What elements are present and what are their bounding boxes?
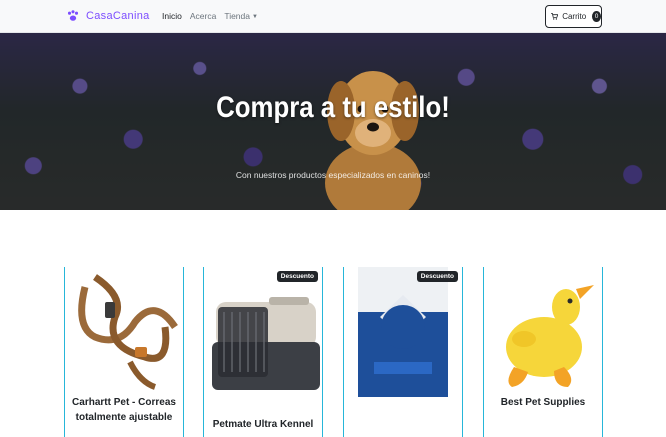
product-title: Carhartt Pet - Correas totalmente ajusta… bbox=[72, 397, 176, 423]
nav-dropdown-tienda[interactable]: Tienda ▼ bbox=[224, 11, 258, 21]
pet-kennel-image bbox=[212, 297, 320, 390]
brand-name: CasaCanina bbox=[86, 10, 150, 22]
hero-subtitle: Con nuestros productos especializados en… bbox=[235, 170, 431, 180]
caret-down-icon: ▼ bbox=[252, 13, 258, 20]
product-card[interactable]: Carhartt Pet - Correas totalmente ajusta… bbox=[64, 267, 184, 437]
product-card[interactable]: Descuento bbox=[343, 267, 463, 437]
nav-link-tienda-label: Tienda bbox=[224, 11, 250, 21]
nav-link-inicio[interactable]: Inicio bbox=[162, 11, 182, 21]
cart-icon bbox=[551, 12, 559, 20]
brand-link[interactable]: CasaCanina bbox=[66, 9, 150, 23]
hero-banner: Compra a tu estilo! Con nuestros product… bbox=[0, 33, 666, 210]
dog-leash-image bbox=[78, 274, 178, 390]
cart-count-badge: 0 bbox=[592, 11, 601, 22]
dog-food-bag-image bbox=[358, 267, 448, 397]
cart-label: Carrito bbox=[562, 12, 587, 21]
nav-link-acerca[interactable]: Acerca bbox=[190, 11, 216, 21]
product-title: Best Pet Supplies bbox=[500, 397, 586, 408]
discount-badge: Descuento bbox=[276, 271, 318, 282]
duck-toy-image bbox=[506, 285, 594, 387]
discount-badge: Descuento bbox=[416, 271, 458, 282]
cart-button[interactable]: Carrito 0 bbox=[545, 5, 602, 28]
paw-icon bbox=[67, 10, 79, 21]
product-title: Petmate Ultra Kennel bbox=[212, 419, 314, 430]
product-card[interactable]: Descuento Petmate Ultra Kennel bbox=[203, 267, 323, 437]
nav-links: Inicio Acerca Tienda ▼ bbox=[162, 11, 258, 21]
product-card[interactable]: Best Pet Supplies bbox=[483, 267, 603, 437]
navbar: CasaCanina Inicio Acerca Tienda ▼ Carrito… bbox=[0, 0, 666, 33]
hero-title: Compra a tu estilo! bbox=[216, 91, 450, 124]
